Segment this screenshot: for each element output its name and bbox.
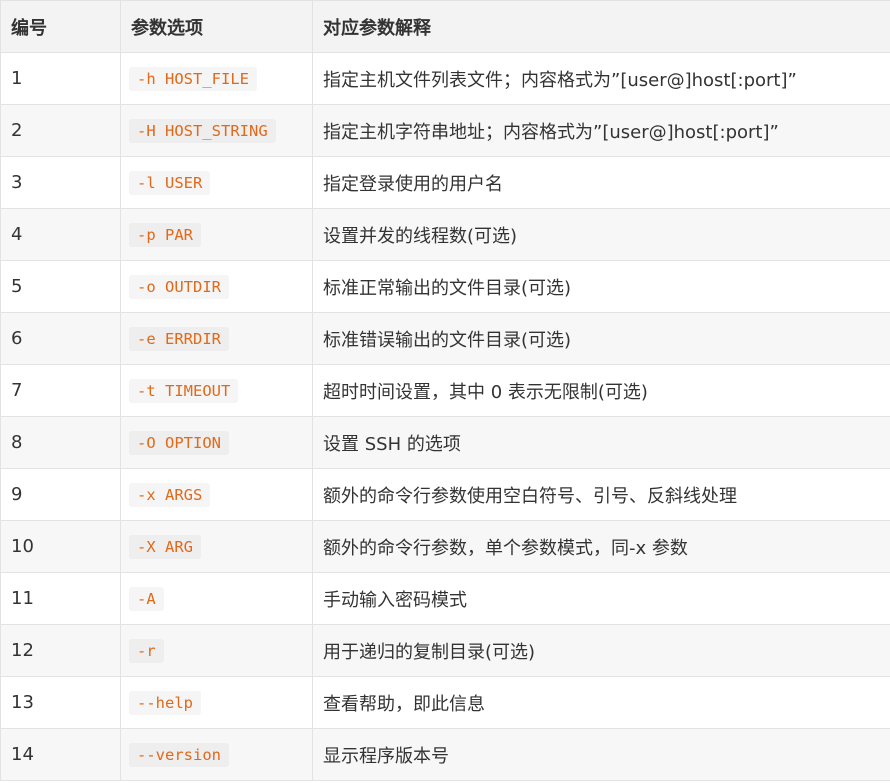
row-option-cell: -p PAR bbox=[120, 208, 313, 261]
row-number: 12 bbox=[0, 624, 121, 677]
row-number: 4 bbox=[0, 208, 121, 261]
option-code: -r bbox=[129, 639, 164, 663]
row-description: 设置并发的线程数(可选) bbox=[312, 208, 890, 261]
row-description: 查看帮助，即此信息 bbox=[312, 676, 890, 729]
table-row: 7 -t TIMEOUT 超时时间设置，其中 0 表示无限制(可选) bbox=[0, 364, 890, 417]
row-description: 指定登录使用的用户名 bbox=[312, 156, 890, 209]
table-row: 11 -A 手动输入密码模式 bbox=[0, 572, 890, 625]
row-option-cell: -O OPTION bbox=[120, 416, 313, 469]
table-row: 13 --help 查看帮助，即此信息 bbox=[0, 676, 890, 729]
row-description: 设置 SSH 的选项 bbox=[312, 416, 890, 469]
table-row: 3 -l USER 指定登录使用的用户名 bbox=[0, 156, 890, 209]
row-description: 指定主机文件列表文件；内容格式为”[user@]host[:port]” bbox=[312, 52, 890, 105]
option-code: -X ARG bbox=[129, 535, 201, 559]
table-row: 2 -H HOST_STRING 指定主机字符串地址；内容格式为”[user@]ho… bbox=[0, 104, 890, 157]
row-description: 超时时间设置，其中 0 表示无限制(可选) bbox=[312, 364, 890, 417]
option-code: --help bbox=[129, 691, 201, 715]
row-number: 14 bbox=[0, 728, 121, 781]
row-option-cell: -e ERRDIR bbox=[120, 312, 313, 365]
option-code: -e ERRDIR bbox=[129, 327, 229, 351]
option-code: -p PAR bbox=[129, 223, 201, 247]
row-option-cell: -A bbox=[120, 572, 313, 625]
row-description: 指定主机字符串地址；内容格式为”[user@]host[:port]” bbox=[312, 104, 890, 157]
row-number: 9 bbox=[0, 468, 121, 521]
table-body: 1 -h HOST_FILE 指定主机文件列表文件；内容格式为”[user@]hos… bbox=[0, 52, 890, 781]
header-description: 对应参数解释 bbox=[312, 0, 890, 53]
row-option-cell: -t TIMEOUT bbox=[120, 364, 313, 417]
option-code: -x ARGS bbox=[129, 483, 211, 507]
table-row: 14 --version 显示程序版本号 bbox=[0, 728, 890, 781]
option-code: --version bbox=[129, 743, 229, 767]
row-number: 6 bbox=[0, 312, 121, 365]
option-code: -l USER bbox=[129, 171, 211, 195]
option-code: -H HOST_STRING bbox=[129, 119, 276, 143]
row-description: 额外的命令行参数使用空白符号、引号、反斜线处理 bbox=[312, 468, 890, 521]
row-number: 10 bbox=[0, 520, 121, 573]
row-description: 标准正常输出的文件目录(可选) bbox=[312, 260, 890, 313]
row-number: 8 bbox=[0, 416, 121, 469]
table-row: 1 -h HOST_FILE 指定主机文件列表文件；内容格式为”[user@]hos… bbox=[0, 52, 890, 105]
table-row: 8 -O OPTION 设置 SSH 的选项 bbox=[0, 416, 890, 469]
row-option-cell: -l USER bbox=[120, 156, 313, 209]
row-option-cell: -r bbox=[120, 624, 313, 677]
option-code: -t TIMEOUT bbox=[129, 379, 239, 403]
table-row: 12 -r 用于递归的复制目录(可选) bbox=[0, 624, 890, 677]
row-number: 7 bbox=[0, 364, 121, 417]
row-description: 用于递归的复制目录(可选) bbox=[312, 624, 890, 677]
row-number: 13 bbox=[0, 676, 121, 729]
row-number: 5 bbox=[0, 260, 121, 313]
option-code: -O OPTION bbox=[129, 431, 229, 455]
header-option: 参数选项 bbox=[120, 0, 313, 53]
option-code: -h HOST_FILE bbox=[129, 67, 257, 91]
row-description: 额外的命令行参数，单个参数模式，同-x 参数 bbox=[312, 520, 890, 573]
table-row: 10 -X ARG 额外的命令行参数，单个参数模式，同-x 参数 bbox=[0, 520, 890, 573]
row-description: 显示程序版本号 bbox=[312, 728, 890, 781]
row-option-cell: --help bbox=[120, 676, 313, 729]
row-number: 1 bbox=[0, 52, 121, 105]
row-option-cell: -h HOST_FILE bbox=[120, 52, 313, 105]
table-header: 编号 参数选项 对应参数解释 bbox=[0, 0, 890, 53]
row-option-cell: -x ARGS bbox=[120, 468, 313, 521]
table-row: 5 -o OUTDIR 标准正常输出的文件目录(可选) bbox=[0, 260, 890, 313]
option-code: -A bbox=[129, 587, 164, 611]
table-row: 4 -p PAR 设置并发的线程数(可选) bbox=[0, 208, 890, 261]
row-option-cell: -H HOST_STRING bbox=[120, 104, 313, 157]
parameter-table: 编号 参数选项 对应参数解释 1 -h HOST_FILE 指定主机文件列表文件；内… bbox=[0, 0, 890, 781]
header-row: 编号 参数选项 对应参数解释 bbox=[0, 0, 890, 53]
row-number: 11 bbox=[0, 572, 121, 625]
option-code: -o OUTDIR bbox=[129, 275, 229, 299]
row-number: 3 bbox=[0, 156, 121, 209]
table-row: 9 -x ARGS 额外的命令行参数使用空白符号、引号、反斜线处理 bbox=[0, 468, 890, 521]
row-description: 手动输入密码模式 bbox=[312, 572, 890, 625]
row-number: 2 bbox=[0, 104, 121, 157]
header-number: 编号 bbox=[0, 0, 121, 53]
row-description: 标准错误输出的文件目录(可选) bbox=[312, 312, 890, 365]
row-option-cell: --version bbox=[120, 728, 313, 781]
row-option-cell: -o OUTDIR bbox=[120, 260, 313, 313]
row-option-cell: -X ARG bbox=[120, 520, 313, 573]
table-row: 6 -e ERRDIR 标准错误输出的文件目录(可选) bbox=[0, 312, 890, 365]
